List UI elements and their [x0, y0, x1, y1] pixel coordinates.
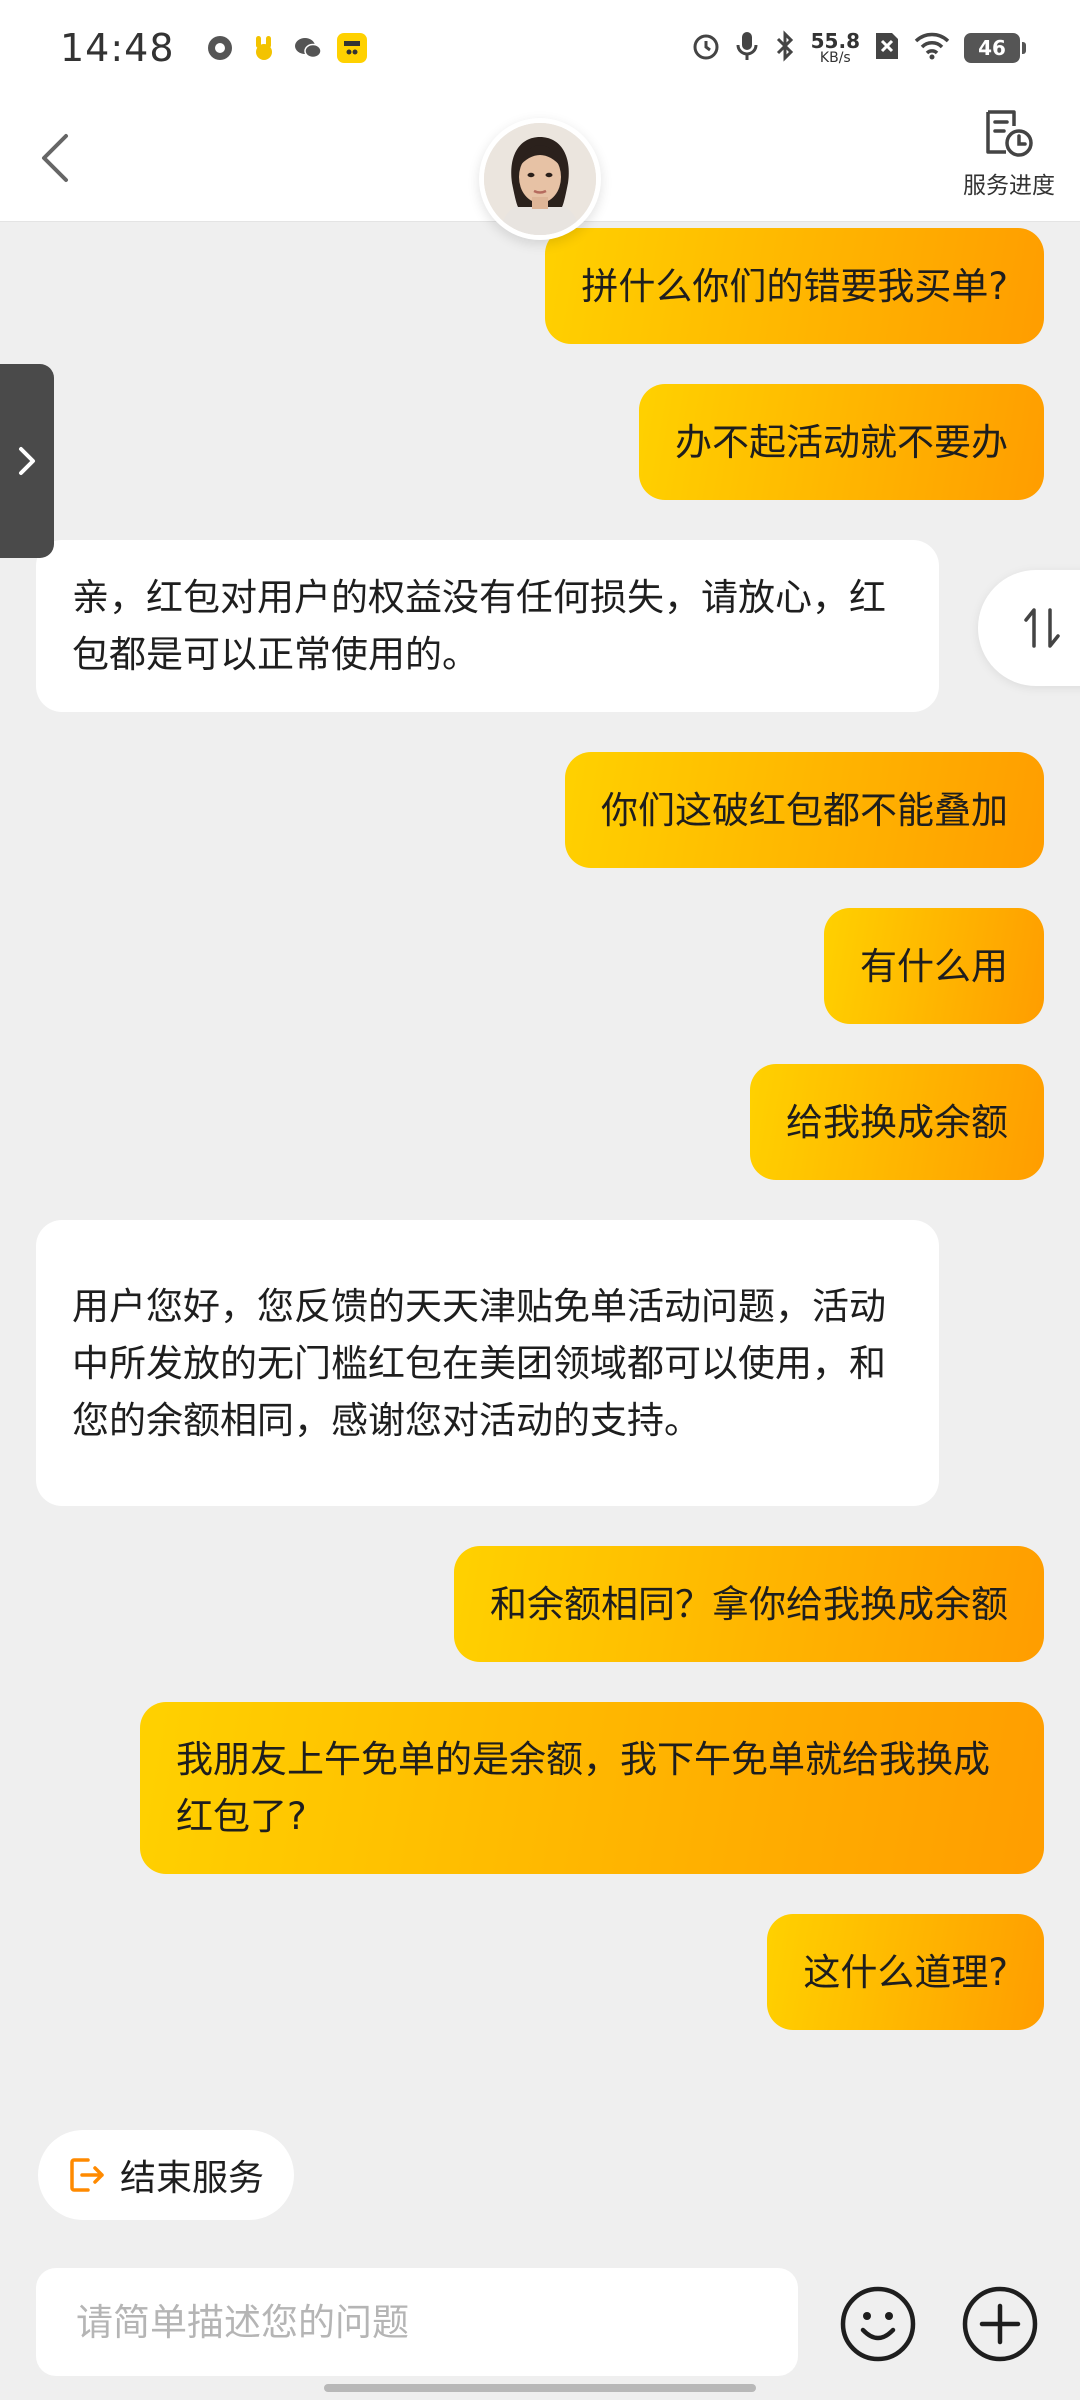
agent-message-bubble[interactable]: 亲，红包对用户的权益没有任何损失，请放心，红包都是可以正常使用的。 — [36, 540, 939, 712]
exit-icon — [70, 2158, 104, 2192]
end-service-button[interactable]: 结束服务 — [38, 2130, 294, 2220]
agent-avatar[interactable] — [479, 118, 601, 240]
user-message-bubble[interactable]: 办不起活动就不要办 — [639, 384, 1044, 500]
emoji-button[interactable] — [838, 2284, 918, 2364]
document-clock-icon — [986, 110, 1033, 157]
user-message-bubble[interactable]: 和余额相同？拿你给我换成余额 — [454, 1546, 1044, 1662]
sim-off-icon — [874, 31, 900, 65]
user-message-bubble[interactable]: 给我换成余额 — [750, 1064, 1044, 1180]
end-service-label: 结束服务 — [120, 2158, 265, 2199]
agent-message-bubble[interactable]: 用户您好，您反馈的天天津贴免单活动问题，活动中所发放的无门槛红包在美团领域都可以… — [36, 1220, 939, 1506]
chevron-right-icon — [19, 447, 35, 475]
chat-header: 服务进度 — [0, 96, 1080, 240]
alarm-icon — [691, 31, 721, 65]
service-progress-label: 服务进度 — [963, 173, 1055, 199]
network-speed: 55.8 KB/s — [810, 29, 860, 66]
agent-portrait-image — [484, 123, 596, 235]
chevron-left-icon — [42, 134, 68, 182]
service-progress-button[interactable]: 服务进度 — [954, 108, 1064, 212]
user-message-bubble[interactable]: 我朋友上午免单的是余额，我下午免单就给我换成红包了? — [140, 1702, 1044, 1874]
plus-circle-icon — [962, 2286, 1038, 2362]
side-expand-tab[interactable] — [0, 364, 54, 558]
wifi-icon — [914, 32, 950, 64]
bluetooth-icon — [773, 30, 797, 66]
message-input[interactable] — [36, 2268, 798, 2376]
add-attachment-button[interactable] — [960, 2284, 1040, 2364]
user-message-bubble[interactable]: 你们这破红包都不能叠加 — [565, 752, 1044, 868]
swap-order-button[interactable] — [978, 570, 1080, 686]
input-bar — [0, 2240, 1080, 2400]
user-message-bubble[interactable]: 这什么道理? — [767, 1914, 1044, 2030]
smiley-icon — [840, 2286, 916, 2362]
back-button[interactable] — [28, 122, 84, 192]
microphone-icon — [735, 30, 759, 66]
chat-screen: 14:48 55.8 KB/s 46 服务进度 拼什么你们的错要我买单? 办不起… — [0, 0, 1080, 2400]
user-message-bubble[interactable]: 拼什么你们的错要我买单? — [545, 228, 1044, 344]
wechat-icon — [293, 33, 323, 63]
home-indicator[interactable] — [324, 2384, 756, 2392]
swap-vertical-icon — [1024, 608, 1060, 648]
status-bar: 14:48 55.8 KB/s 46 — [0, 0, 1080, 96]
meituan-app-icon — [336, 33, 367, 63]
user-message-bubble[interactable]: 有什么用 — [824, 908, 1044, 1024]
battery-indicator: 46 — [964, 33, 1026, 63]
rabbit-app-icon — [249, 33, 279, 63]
browser-app-icon — [205, 33, 235, 63]
status-time: 14:48 — [60, 26, 175, 70]
